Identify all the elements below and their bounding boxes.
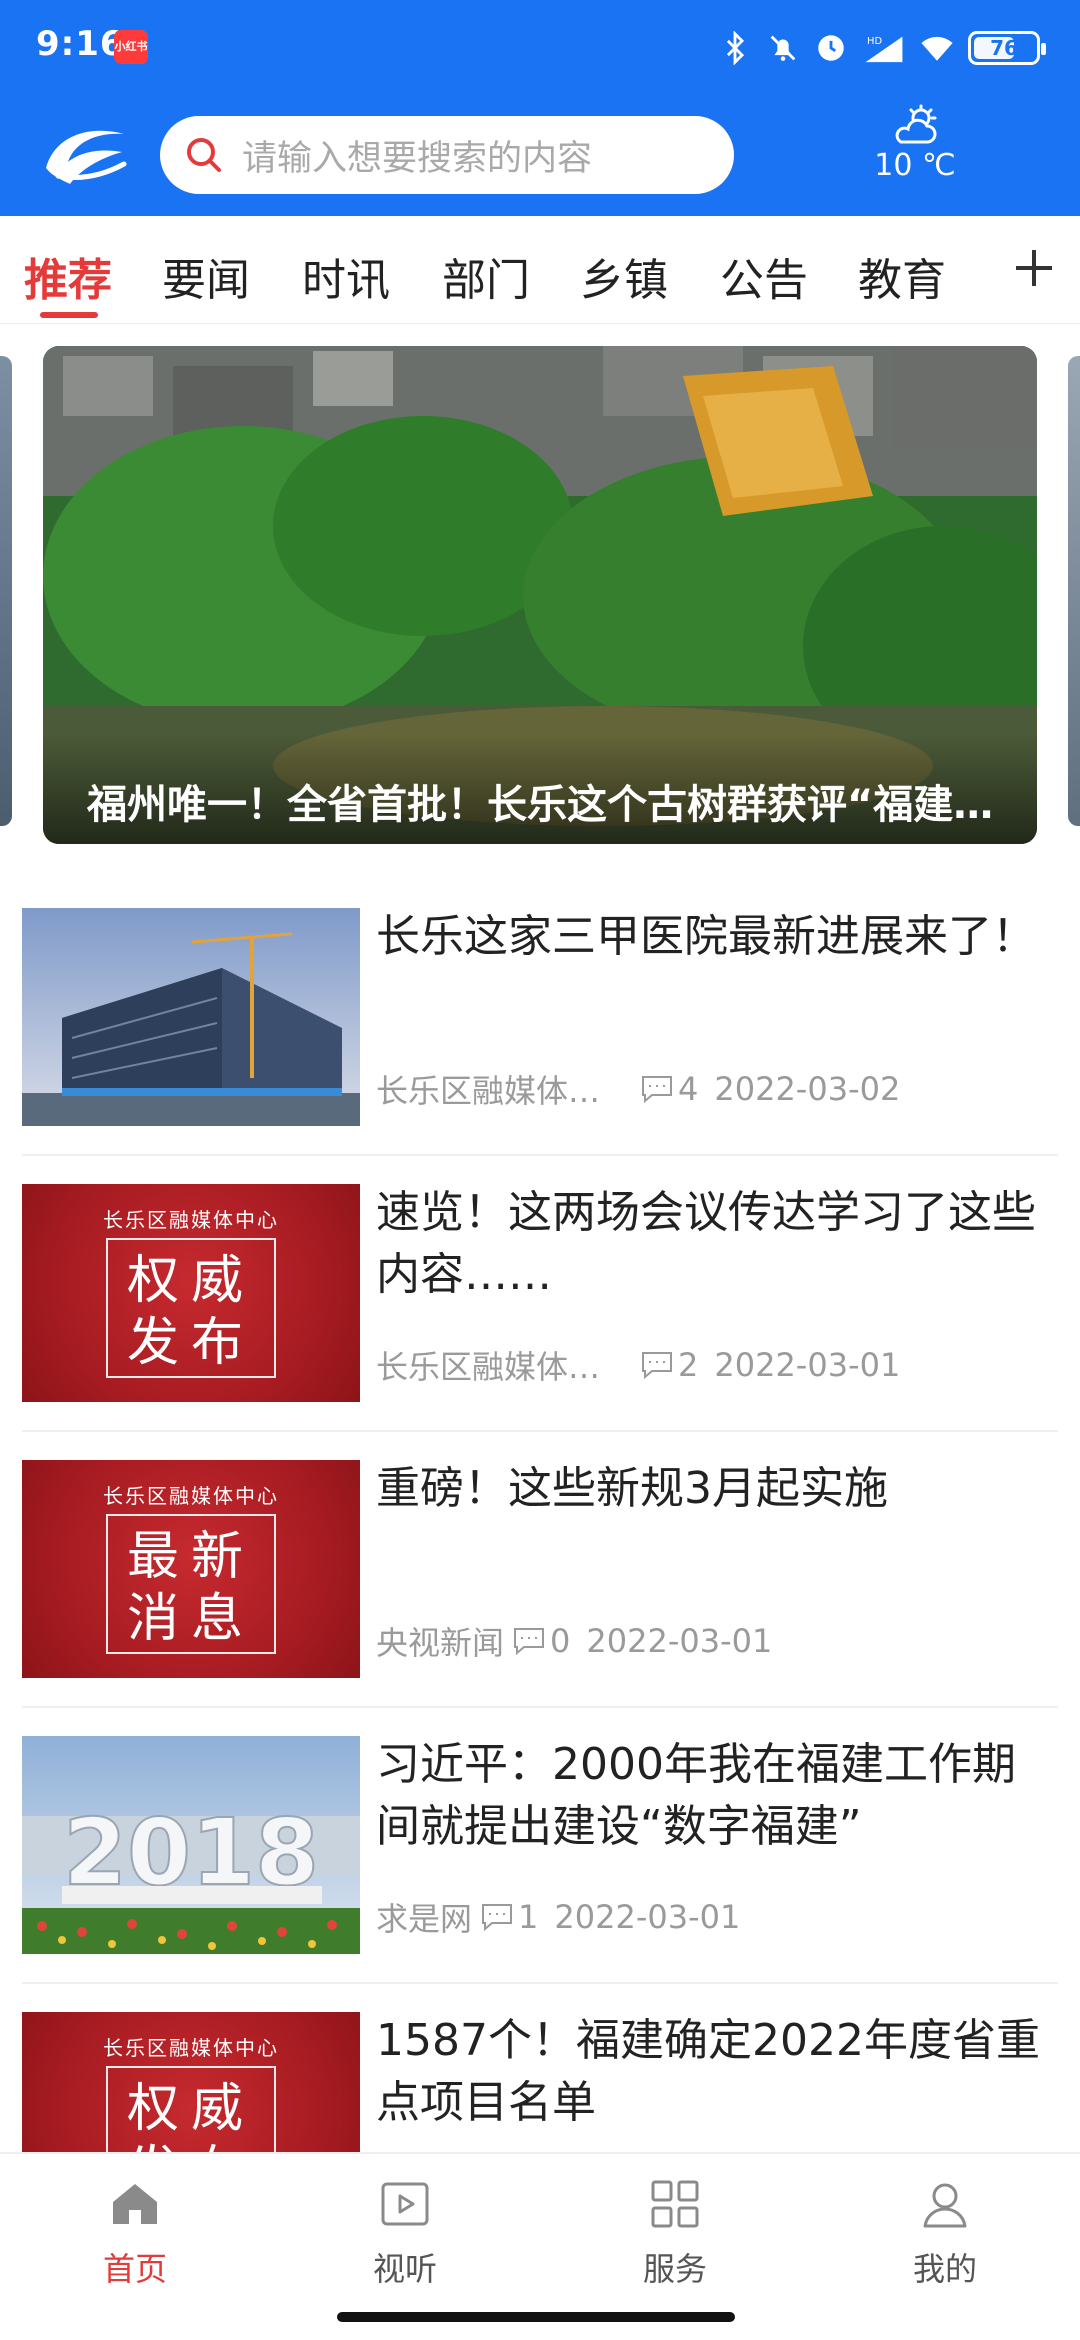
badge-frame: 权威 发布 [106, 1238, 276, 1378]
carousel-next-slide[interactable] [1068, 356, 1080, 826]
comment-icon [642, 1076, 672, 1104]
status-time: 9:16 [36, 24, 125, 64]
comment-icon [514, 1628, 545, 1656]
home-indicator[interactable] [337, 2312, 735, 2322]
news-comment-count: 4 [678, 1070, 699, 1108]
nav-services[interactable]: 服务 [595, 2176, 755, 2290]
search-input[interactable]: 请输入想要搜索的内容 [160, 116, 734, 194]
nav-home[interactable]: 首页 [55, 2176, 215, 2290]
news-source: 求是网 [376, 1900, 473, 1938]
system-icons: HD 76 [718, 28, 1046, 68]
news-thumbnail: 长乐区融媒体中心 权威 发布 [22, 1184, 360, 1402]
news-meta: 长乐区融媒体中心 2 2022-03-01 [376, 1342, 900, 1388]
nav-profile[interactable]: 我的 [865, 2176, 1025, 2290]
banner-carousel[interactable]: 福州唯一！全省首批！长乐这个古树群获评“福建最美古树群” [0, 346, 1080, 844]
nav-label: 服务 [642, 2250, 707, 2288]
news-meta: 长乐区融媒体中心 4 2022-03-02 [376, 1066, 900, 1112]
red-badge-image: 长乐区融媒体中心 权威 发布 [22, 1184, 360, 1402]
news-thumbnail [22, 908, 360, 1126]
badge-line-1: 权威 [126, 2079, 255, 2139]
red-badge-image: 长乐区融媒体中心 最新 消息 [22, 1460, 360, 1678]
badge-text: 权威 发布 [108, 1250, 274, 1374]
alarm-icon [818, 35, 844, 61]
app-notification-icon: 小红书 [114, 30, 148, 64]
category-tabs: 推荐 要闻 时讯 部门 乡镇 公告 教育 [0, 216, 1080, 324]
badge-line-1: 最新 [126, 1527, 255, 1587]
active-tab-indicator [40, 312, 98, 318]
news-title: 习近平：2000年我在福建工作期间就提出建设“数字福建” [376, 1739, 1016, 1852]
news-title: 长乐这家三甲医院最新进展来了！ [376, 911, 1036, 962]
battery-level: 76 [990, 36, 1018, 60]
summit-photo: 2018 [22, 1736, 360, 1954]
news-thumbnail: 2018 [22, 1736, 360, 1954]
add-tab-icon[interactable] [1012, 246, 1056, 290]
tab-news-flash[interactable]: 时讯 [302, 244, 390, 308]
news-date: 2022-03-01 [554, 1898, 741, 1936]
cloudy-sun-icon [895, 104, 937, 144]
news-date: 2022-03-02 [714, 1070, 901, 1108]
carousel-prev-slide[interactable] [0, 356, 12, 826]
news-date: 2022-03-01 [586, 1622, 773, 1660]
news-title: 1587个！福建确定2022年度省重点项目名单 [376, 2015, 1040, 2128]
badge-org: 长乐区融媒体中心 [103, 1208, 279, 1232]
app-logo-icon[interactable] [40, 118, 128, 190]
tab-departments[interactable]: 部门 [442, 244, 530, 308]
svg-text:HD: HD [867, 36, 882, 47]
news-meta: 求是网 1 2022-03-01 [376, 1894, 740, 1940]
badge-frame: 最新 消息 [106, 1514, 276, 1654]
search-icon [187, 138, 221, 172]
weather-widget[interactable]: 10 ℃ [860, 104, 970, 200]
tab-headlines[interactable]: 要闻 [162, 244, 250, 308]
weather-temp: 10 ℃ [874, 148, 956, 183]
comment-icon [482, 1904, 513, 1932]
comment-icon [642, 1352, 672, 1380]
news-title: 速览！这两场会议传达学习了这些内容…… [376, 1187, 1036, 1300]
user-icon [923, 2183, 967, 2228]
signal-icon: HD [865, 36, 903, 63]
bluetooth-icon [726, 31, 745, 65]
nav-label: 我的 [912, 2250, 977, 2288]
news-item[interactable]: 长乐这家三甲医院最新进展来了！ 长乐区融媒体中心 4 2022-03-02 [22, 880, 1058, 1156]
news-item[interactable]: 长乐区融媒体中心 权威 发布 速览！这两场会议传达学习了这些内容…… 长乐区融媒… [22, 1156, 1058, 1432]
tab-recommend[interactable]: 推荐 [24, 244, 112, 308]
news-title: 重磅！这些新规3月起实施 [376, 1463, 888, 1514]
header: 9:16 小红书 HD 76 请输入想要搜索的内容 10 ℃ [0, 0, 1080, 216]
construction-photo [22, 908, 360, 1126]
news-source: 长乐区融媒体中心 [376, 1348, 614, 1386]
battery-icon: 76 [968, 31, 1046, 65]
app-root: 9:16 小红书 HD 76 请输入想要搜索的内容 10 ℃ 推荐 要闻 时讯 … [0, 0, 1080, 2340]
tab-notices[interactable]: 公告 [720, 244, 808, 308]
news-comment-count: 2 [678, 1346, 699, 1384]
banner-slide[interactable]: 福州唯一！全省首批！长乐这个古树群获评“福建最美古树群” [43, 346, 1037, 844]
badge-org: 长乐区融媒体中心 [103, 1484, 279, 1508]
news-item[interactable]: 2018 习近平：2000年我在福建工作期间就提出建设“数字福建” 求是网 1 … [22, 1708, 1058, 1984]
play-icon [381, 2182, 429, 2226]
badge-line-1: 权威 [126, 1251, 255, 1311]
news-date: 2022-03-01 [714, 1346, 901, 1384]
search-placeholder: 请输入想要搜索的内容 [242, 138, 593, 179]
news-meta: 央视新闻 0 2022-03-01 [376, 1618, 772, 1664]
news-source: 央视新闻 [376, 1624, 505, 1662]
tab-towns[interactable]: 乡镇 [580, 244, 668, 308]
home-icon [113, 2184, 157, 2224]
news-item[interactable]: 长乐区融媒体中心 最新 消息 重磅！这些新规3月起实施 央视新闻 0 2022-… [22, 1432, 1058, 1708]
grid-icon [651, 2180, 699, 2228]
news-comment-count: 0 [550, 1622, 571, 1660]
status-bar: 9:16 小红书 HD 76 [0, 0, 1080, 96]
wifi-icon [921, 36, 953, 61]
badge-text: 最新 消息 [108, 1526, 274, 1650]
badge-line-2: 消息 [126, 1589, 255, 1649]
badge-org: 长乐区融媒体中心 [103, 2036, 279, 2060]
banner-caption: 福州唯一！全省首批！长乐这个古树群获评“福建最美古树群” [87, 782, 997, 828]
nav-media[interactable]: 视听 [325, 2176, 485, 2290]
news-thumbnail: 长乐区融媒体中心 最新 消息 [22, 1460, 360, 1678]
news-source: 长乐区融媒体中心 [376, 1072, 614, 1110]
tab-education[interactable]: 教育 [858, 244, 946, 308]
badge-line-2: 发布 [126, 1313, 255, 1373]
news-comment-count: 1 [518, 1898, 539, 1936]
nav-label: 首页 [102, 2250, 167, 2288]
mute-icon [770, 35, 796, 61]
nav-label: 视听 [372, 2250, 437, 2288]
